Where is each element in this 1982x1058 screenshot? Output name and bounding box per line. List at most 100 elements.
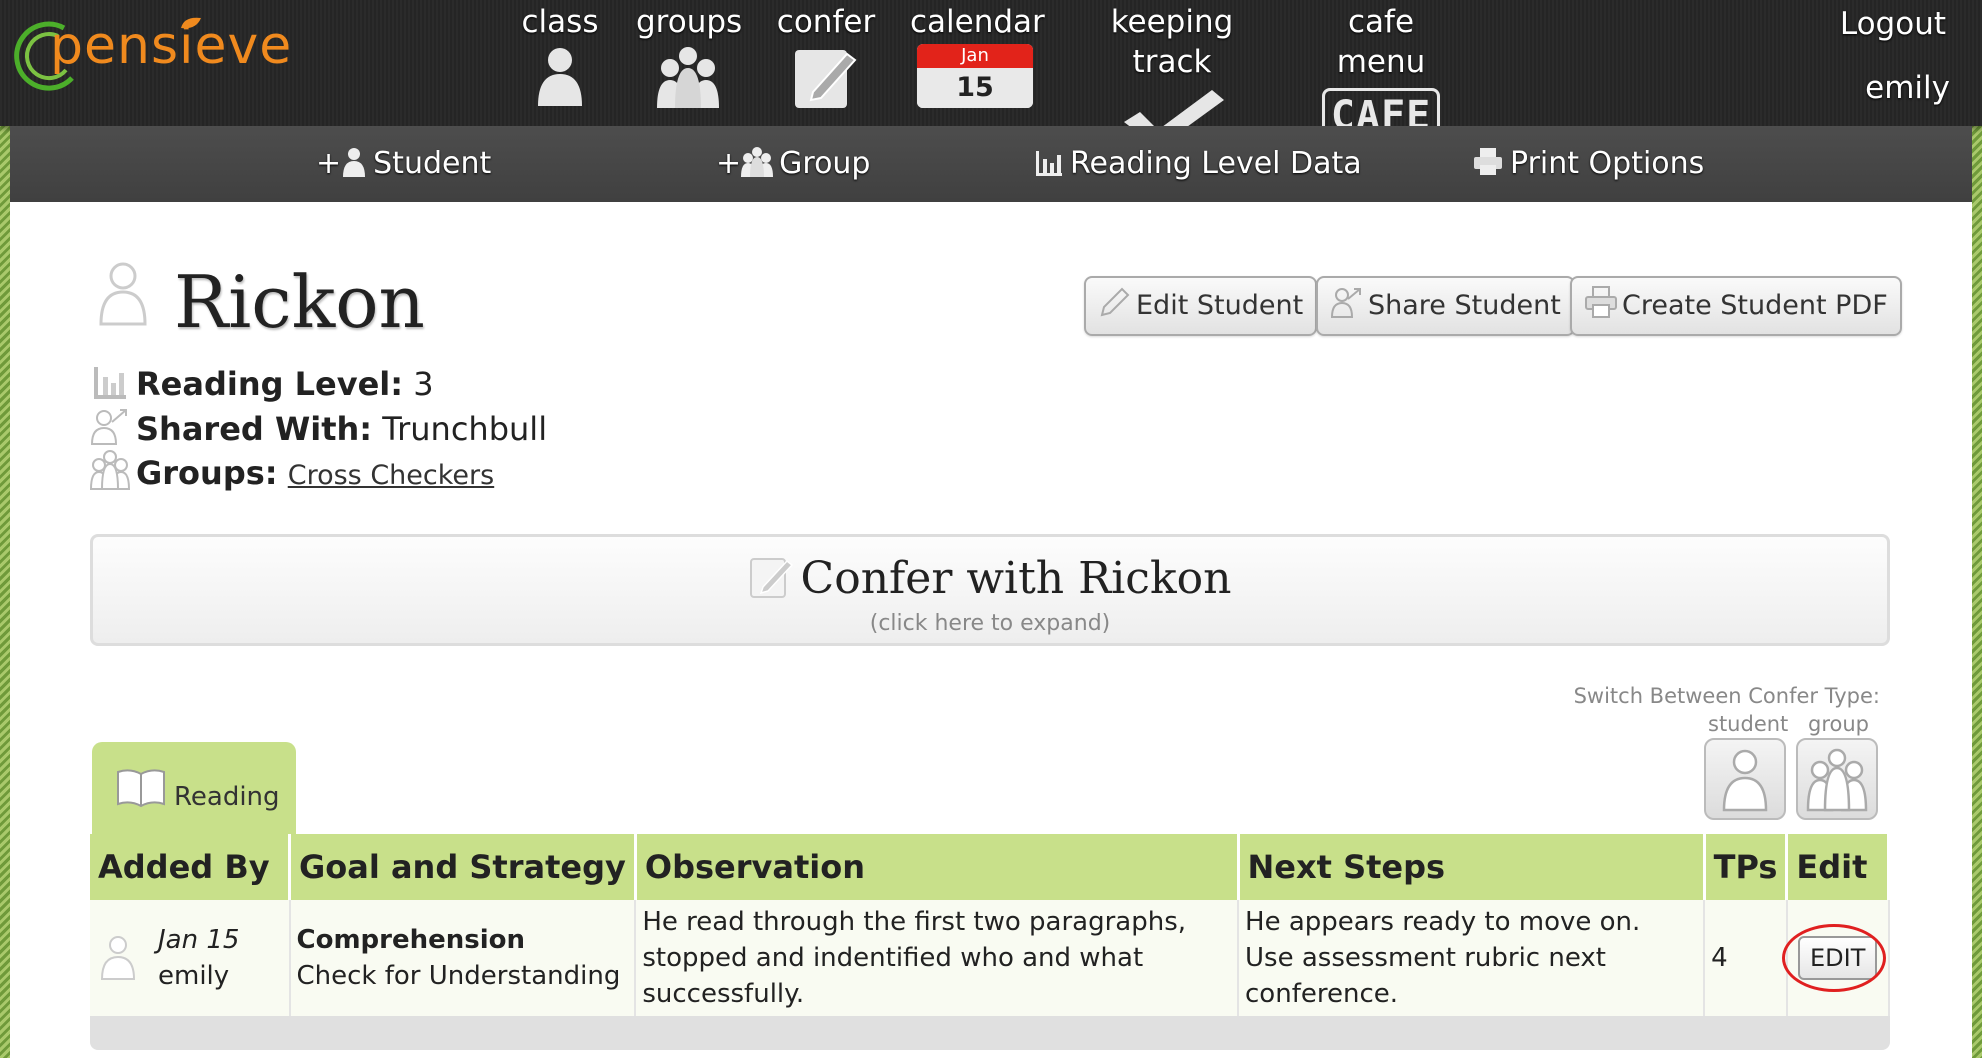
add-student-prefix: + — [316, 146, 342, 181]
print-options-label: Print Options — [1510, 146, 1705, 181]
edit-student-button[interactable]: Edit Student — [1084, 276, 1318, 336]
open-book-icon — [117, 769, 165, 808]
calendar-month: Jan — [917, 44, 1033, 68]
group-icon — [89, 450, 131, 490]
tab-reading[interactable]: Reading — [92, 742, 296, 834]
calendar-day: 15 — [917, 68, 1033, 108]
confer-notes-table: Added By Goal and Strategy Observation N… — [90, 834, 1890, 1050]
shared-with-label: Shared With: — [136, 410, 373, 448]
switch-student-button[interactable] — [1704, 738, 1786, 820]
group-icon — [741, 147, 774, 177]
calendar-icon: Jan 15 — [917, 44, 1033, 108]
shared-with-row: Shared With: Trunchbull — [90, 406, 547, 451]
reading-level-value: 3 — [413, 365, 434, 403]
group-link-cross-checkers[interactable]: Cross Checkers — [288, 460, 494, 491]
entry-date: Jan 15 — [158, 925, 240, 955]
table-row: Jan 15 emily Comprehension Check for Und… — [90, 900, 1890, 1016]
logout-link[interactable]: Logout — [1840, 2, 1946, 46]
confer-expand-panel[interactable]: Confer with Rickon (click here to expand… — [90, 534, 1890, 646]
nav-class[interactable]: class — [520, 2, 600, 108]
groups-label: Groups: — [136, 454, 278, 492]
added-by-cell: Jan 15 emily — [90, 900, 291, 1016]
student-avatar-icon — [99, 262, 147, 326]
column-header-next-steps[interactable]: Next Steps — [1238, 834, 1706, 900]
edit-entry-button[interactable]: EDIT — [1781, 924, 1886, 992]
share-student-button[interactable]: Share Student — [1316, 276, 1575, 336]
reading-level-data-label: Reading Level Data — [1070, 146, 1362, 181]
person-icon — [343, 148, 366, 177]
nav-groups[interactable]: groups — [636, 2, 743, 108]
notepad-icon — [795, 50, 857, 108]
column-header-observation[interactable]: Observation — [635, 834, 1240, 900]
groups-row: Groups: Cross Checkers — [89, 450, 494, 498]
nav-calendar[interactable]: calendar Jan 15 — [910, 2, 1045, 108]
switch-group-label: group — [1808, 712, 1869, 736]
pencil-icon — [1100, 287, 1130, 317]
print-options-link[interactable]: Print Options — [1472, 144, 1704, 184]
table-footer — [90, 1016, 1890, 1050]
printer-icon — [1585, 286, 1617, 318]
top-navigation: pensieve class groups confer calendar Ja… — [0, 0, 1982, 148]
printer-icon — [1474, 148, 1502, 175]
column-header-tps[interactable]: TPs — [1704, 834, 1789, 900]
create-student-pdf-button[interactable]: Create Student PDF — [1570, 276, 1902, 336]
next-steps-cell: He appears ready to move on. Use assessm… — [1238, 900, 1706, 1016]
confer-panel-subtitle: (click here to expand) — [869, 611, 1111, 636]
person-icon — [1722, 749, 1768, 812]
add-group-link[interactable]: + Group — [716, 144, 870, 184]
action-bar: + Student + Group Reading Level Data Print… — [10, 126, 1972, 202]
group-icon — [1806, 748, 1868, 812]
pensieve-logo[interactable]: pensieve — [12, 8, 292, 98]
add-student-link[interactable]: + Student — [316, 144, 491, 184]
main-content: Rickon Edit Student Share Student Create… — [10, 202, 1972, 1058]
reading-level-label: Reading Level: — [136, 365, 404, 403]
observation-cell: He read through the first two paragraphs… — [635, 900, 1240, 1016]
logo-text: pensieve — [50, 16, 293, 76]
confer-panel-title: Confer with Rickon — [800, 553, 1232, 604]
nav-cafe-menu-label: cafe menu — [1336, 4, 1426, 80]
shared-with-value: Trunchbull — [382, 410, 548, 448]
added-by-text: Jan 15 emily — [158, 922, 239, 994]
share-student-label: Share Student — [1368, 290, 1561, 321]
group-icon — [657, 47, 719, 108]
tab-reading-label: Reading — [174, 782, 280, 812]
bar-chart-icon — [1036, 151, 1062, 176]
confer-panel-title-row: Confer with Rickon — [93, 547, 1887, 611]
nav-keeping-track-label: keeping track — [1110, 4, 1234, 80]
reading-level-data-link[interactable]: Reading Level Data — [1034, 144, 1362, 184]
share-person-icon — [1330, 288, 1361, 318]
column-header-goal-strategy[interactable]: Goal and Strategy — [289, 834, 637, 900]
nav-calendar-label: calendar — [910, 4, 1045, 40]
notepad-icon — [749, 558, 793, 598]
switch-student-label: student — [1708, 712, 1789, 736]
column-header-added-by[interactable]: Added By — [90, 834, 291, 900]
entry-goal: Comprehension — [296, 925, 526, 955]
create-student-pdf-label: Create Student PDF — [1622, 290, 1888, 321]
edit-cell: EDIT — [1781, 900, 1890, 1016]
student-name-heading: Rickon — [174, 260, 425, 344]
nav-confer-label: confer — [776, 4, 876, 40]
confer-type-switch-label: Switch Between Confer Type: — [1573, 684, 1880, 708]
added-by-wrapper: Jan 15 emily — [96, 922, 283, 994]
column-header-edit: Edit — [1786, 834, 1890, 900]
goal-strategy-cell: Comprehension Check for Understanding — [289, 900, 637, 1016]
add-group-prefix: + — [716, 146, 742, 181]
nav-class-label: class — [521, 4, 599, 40]
nav-confer[interactable]: confer — [776, 2, 876, 110]
nav-cafe-menu[interactable]: cafe menu CAFE — [1306, 2, 1456, 146]
edit-student-label: Edit Student — [1136, 290, 1304, 321]
table-header-row: Added By Goal and Strategy Observation N… — [90, 834, 1890, 900]
edit-entry-label: EDIT — [1809, 944, 1866, 972]
user-avatar-icon — [100, 936, 136, 980]
add-student-label: Student — [373, 146, 492, 181]
switch-group-button[interactable] — [1796, 738, 1878, 820]
entry-strategy: Check for Understanding — [296, 961, 621, 991]
entry-author: emily — [158, 961, 230, 991]
person-icon — [538, 48, 582, 106]
add-group-label: Group — [779, 146, 871, 181]
nav-groups-label: groups — [636, 4, 743, 40]
bar-chart-icon — [94, 367, 126, 399]
reading-level-row: Reading Level: 3 — [90, 362, 434, 406]
tps-cell: 4 — [1704, 900, 1788, 1016]
current-username: emily — [1865, 70, 1950, 106]
